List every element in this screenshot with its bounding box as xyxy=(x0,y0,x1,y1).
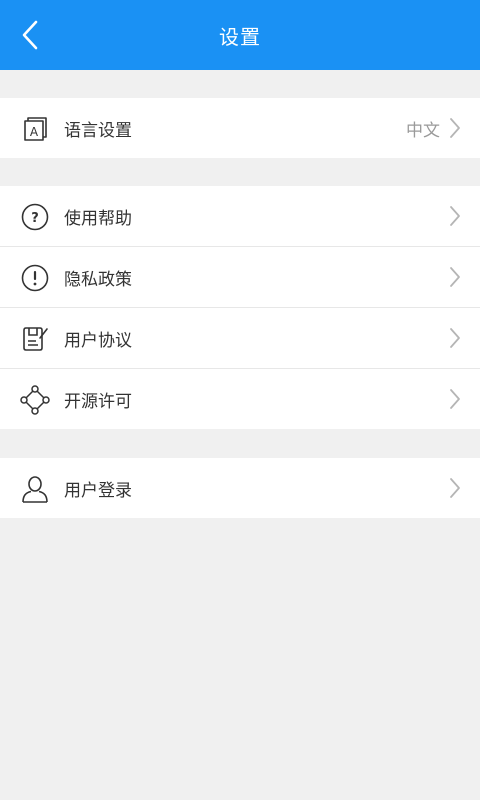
exclamation-icon xyxy=(19,262,51,294)
chevron-right-icon xyxy=(450,206,460,226)
svg-text:?: ? xyxy=(31,211,39,226)
help-row[interactable]: ? 使用帮助 xyxy=(0,186,480,246)
settings-group-language: A 语言设置 中文 xyxy=(0,98,480,158)
language-settings-label: 语言设置 xyxy=(64,120,132,141)
user-login-row[interactable]: 用户登录 xyxy=(0,458,480,518)
chevron-right-icon xyxy=(450,389,460,409)
chevron-right-icon xyxy=(450,118,460,138)
open-source-license-row[interactable]: 开源许可 xyxy=(0,368,480,429)
user-icon xyxy=(19,473,51,505)
language-icon: A xyxy=(19,113,51,145)
agreement-icon xyxy=(19,323,51,355)
back-button[interactable] xyxy=(14,19,46,51)
chevron-right-icon xyxy=(450,478,460,498)
chevron-right-icon xyxy=(450,328,460,348)
page-title: 设置 xyxy=(219,24,261,49)
language-current-value: 中文 xyxy=(406,120,440,141)
chevron-right-icon xyxy=(450,267,460,287)
open-source-icon xyxy=(19,384,51,416)
user-agreement-row[interactable]: 用户协议 xyxy=(0,307,480,368)
help-icon: ? xyxy=(19,201,51,233)
svg-text:A: A xyxy=(30,125,39,139)
app-header: 设置 xyxy=(0,0,480,70)
help-label: 使用帮助 xyxy=(64,208,132,229)
user-agreement-label: 用户协议 xyxy=(64,330,132,351)
privacy-policy-label: 隐私政策 xyxy=(64,269,132,290)
settings-group-account: 用户登录 xyxy=(0,458,480,518)
chevron-left-icon xyxy=(22,20,38,50)
settings-group-info: ? 使用帮助 隐私政策 用户协议 开源许可 xyxy=(0,186,480,429)
open-source-license-label: 开源许可 xyxy=(64,391,132,412)
privacy-policy-row[interactable]: 隐私政策 xyxy=(0,246,480,307)
user-login-label: 用户登录 xyxy=(64,480,132,501)
language-settings-row[interactable]: A 语言设置 中文 xyxy=(0,98,480,158)
